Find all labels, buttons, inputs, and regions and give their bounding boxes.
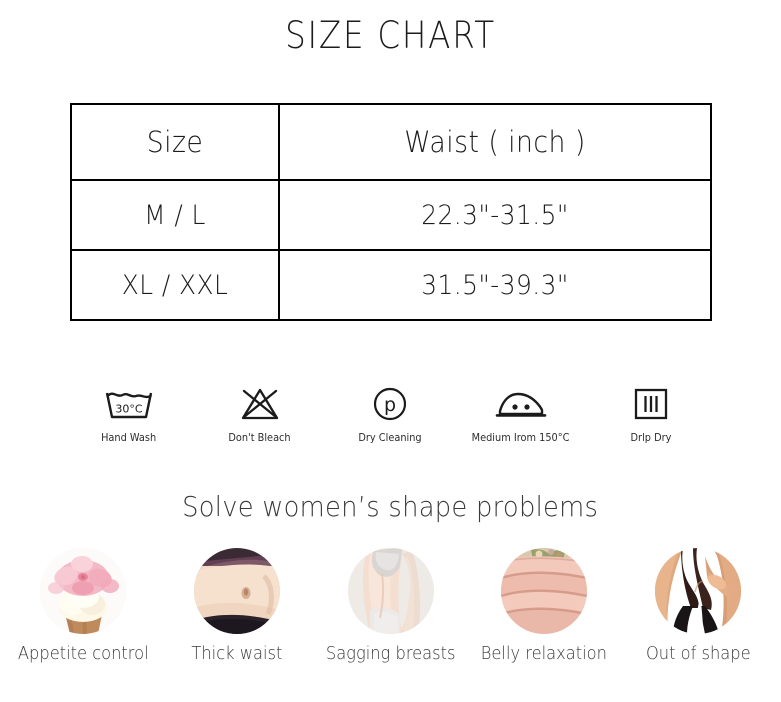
table-header-waist-label: Waist ( inch ) — [404, 125, 586, 159]
care-item-dry-cleaning: p Dry Cleaning — [331, 383, 449, 444]
problem-item-out-of-shape: Out of shape — [623, 548, 773, 664]
hand-wash-icon: 30°C — [103, 383, 155, 425]
table-cell-waist: 31.5"-39.3" — [278, 249, 712, 321]
table-cell-waist-value: 31.5"-39.3" — [421, 269, 569, 301]
svg-text:p: p — [384, 394, 396, 416]
problem-item-sagging-breasts: Sagging breasts — [316, 548, 466, 664]
care-item-drip-dry: Drlp Dry — [592, 383, 710, 444]
care-label-hand-wash: Hand Wash — [101, 432, 157, 444]
care-item-do-not-bleach: Don't Bleach — [201, 383, 319, 444]
problems-section-heading: Solve women’s shape problems — [0, 490, 781, 523]
problem-label-out-of-shape: Out of shape — [645, 644, 751, 664]
problem-label-thick-waist: Thick waist — [191, 644, 283, 664]
do-not-bleach-icon — [239, 383, 281, 425]
problem-item-belly-relaxation: Belly relaxation — [469, 548, 619, 664]
care-item-medium-iron: Medium Irom 150°C — [462, 383, 580, 444]
problem-label-belly-relaxation: Belly relaxation — [481, 644, 608, 664]
problem-item-appetite-control: Appetite control — [8, 548, 158, 664]
table-header-size-label: Size — [146, 125, 204, 159]
problem-label-appetite-control: Appetite control — [17, 644, 149, 664]
table-header-row: Size Waist ( inch ) — [70, 103, 712, 181]
table-cell-size-value: M / L — [144, 199, 206, 231]
medium-iron-icon — [494, 383, 548, 425]
table-row: XL / XXL 31.5"-39.3" — [70, 249, 712, 321]
table-row: M / L 22.3"-31.5" — [70, 179, 712, 251]
care-label-drip-dry: Drlp Dry — [630, 432, 672, 444]
care-label-do-not-bleach: Don't Bleach — [228, 432, 291, 444]
table-header-waist: Waist ( inch ) — [278, 103, 712, 181]
problems-section-heading-text: Solve women’s shape problems — [182, 490, 599, 523]
table-cell-waist: 22.3"-31.5" — [278, 179, 712, 251]
side-torso-photo — [347, 548, 434, 634]
table-cell-waist-value: 22.3"-31.5" — [421, 199, 569, 231]
table-cell-size: XL / XXL — [70, 249, 280, 321]
problem-label-sagging-breasts: Sagging breasts — [325, 644, 456, 664]
care-label-medium-iron: Medium Irom 150°C — [471, 432, 570, 444]
size-chart-table: Size Waist ( inch ) M / L 22.3"-31.5" XL… — [70, 103, 712, 321]
dry-cleaning-icon: p — [372, 383, 408, 425]
problems-row: Appetite control Thick waist Sagging bre… — [8, 548, 773, 664]
table-cell-size: M / L — [70, 179, 280, 251]
care-label-dry-cleaning: Dry Cleaning — [358, 432, 422, 444]
drip-dry-icon — [633, 383, 669, 425]
female-midriff-photo — [193, 548, 280, 634]
belly-fold-photo — [501, 548, 588, 634]
pinching-belly-photo — [655, 548, 741, 634]
table-header-size: Size — [70, 103, 280, 181]
table-cell-size-value: XL / XXL — [121, 269, 229, 301]
care-item-hand-wash: 30°C Hand Wash — [70, 383, 188, 444]
svg-text:30°C: 30°C — [115, 403, 142, 416]
problem-item-thick-waist: Thick waist — [162, 548, 312, 664]
page-title: SIZE CHART — [285, 14, 496, 57]
care-instructions-row: 30°C Hand Wash Don't Bleach p Dry Cleani… — [70, 383, 710, 444]
size-chart-table-wrapper: Size Waist ( inch ) M / L 22.3"-31.5" XL… — [70, 103, 712, 321]
cupcake-with-pink-flower-photo — [40, 548, 126, 634]
